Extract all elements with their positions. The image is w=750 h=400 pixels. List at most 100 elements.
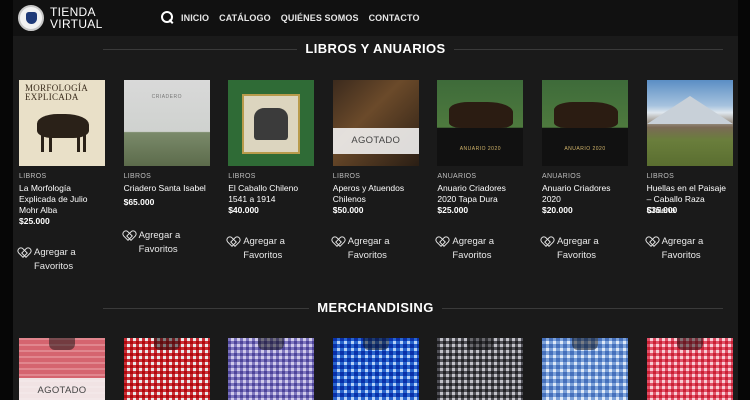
product-name[interactable]: La Morfología Explicada de Julio Mohr Al… [19, 183, 105, 216]
add-to-favorites[interactable]: Agregar a Favoritos [542, 235, 628, 263]
logo-text: TIENDA VIRTUAL [50, 5, 103, 31]
merch-section-heading: MERCHANDISING [13, 300, 738, 316]
sold-out-badge: AGOTADO [19, 378, 105, 400]
product-card[interactable]: AGOTADO LIBROS Aperos y Atuendos Chileno… [332, 80, 419, 274]
main-nav: INICIO CATÁLOGO QUIÉNES SOMOS CONTACTO [161, 11, 430, 24]
sold-out-badge: AGOTADO [332, 128, 419, 154]
shirt-collar [362, 338, 389, 350]
favorites-label: Agregar a Favoritos [34, 247, 76, 272]
cover-title: CRIADERO [151, 94, 182, 100]
add-to-favorites[interactable]: Agregar a Favoritos [437, 235, 523, 263]
shirt-collar [676, 338, 703, 350]
horses-illustration [449, 102, 514, 128]
merch-section-title: MERCHANDISING [309, 300, 442, 315]
shirt-image[interactable] [541, 338, 628, 400]
merch-grid: AGOTADO [19, 338, 750, 400]
cover-title: ANUARIO 2020 [459, 146, 502, 152]
product-image[interactable] [228, 80, 315, 166]
add-to-favorites[interactable]: Agregar a Favoritos [228, 235, 314, 263]
heart-icon [542, 237, 552, 247]
shirt-collar [467, 338, 494, 350]
product-card[interactable]: AGOTADO [19, 338, 105, 400]
product-category: ANUARIOS [437, 173, 477, 180]
add-to-favorites[interactable]: Agregar a Favoritos [647, 235, 733, 263]
heart-icon [333, 237, 343, 247]
shirt-image[interactable] [437, 338, 524, 400]
product-image[interactable]: ANUARIO 2020 [541, 80, 628, 166]
heart-icon [647, 237, 657, 247]
product-card[interactable]: MORFOLOGÍA EXPLICADA LIBROS La Morfologí… [19, 80, 105, 274]
product-price: $65.000 [123, 197, 155, 207]
product-name[interactable]: El Caballo Chileno 1541 a 1914 [228, 183, 314, 205]
nav-catalogo[interactable]: CATÁLOGO [219, 13, 271, 23]
product-category: LIBROS [332, 173, 361, 180]
nav-inicio[interactable]: INICIO [181, 13, 209, 23]
product-name[interactable]: Huellas en el Paisaje – Caballo Raza Chi… [647, 183, 733, 215]
add-to-favorites[interactable]: Agregar a Favoritos [124, 229, 210, 257]
product-card[interactable] [437, 338, 524, 400]
add-to-favorites[interactable]: Agregar a Favoritos [333, 235, 419, 263]
product-card[interactable]: LIBROS Huellas en el Paisaje – Caballo R… [646, 80, 733, 274]
product-price: $35.000 [646, 205, 678, 215]
product-name[interactable]: Anuario Criadores 2020 Tapa Dura [437, 183, 523, 205]
product-card[interactable]: ANUARIO 2020 ANUARIOS Anuario Criadores … [437, 80, 524, 274]
product-category: LIBROS [123, 173, 152, 180]
heart-icon [19, 248, 29, 258]
add-to-favorites[interactable]: Agregar a Favoritos [19, 246, 105, 274]
shirt-collar [49, 338, 75, 350]
horses-illustration [553, 102, 618, 128]
shirt-collar [258, 338, 285, 350]
horse-leg [41, 134, 44, 152]
product-category: ANUARIOS [541, 173, 581, 180]
product-image[interactable]: ANUARIO 2020 [437, 80, 524, 166]
left-margin [0, 0, 13, 400]
shirt-image[interactable] [332, 338, 419, 400]
shirt-image[interactable] [228, 338, 315, 400]
product-card[interactable] [228, 338, 315, 400]
product-card[interactable] [646, 338, 733, 400]
shirt-image[interactable]: AGOTADO [19, 338, 105, 400]
horse-leg [83, 134, 86, 152]
favorites-label: Agregar a Favoritos [556, 236, 599, 261]
favorites-label: Agregar a Favoritos [347, 236, 390, 261]
shirt-collar [571, 338, 598, 350]
cover-title: MORFOLOGÍA EXPLICADA [25, 83, 88, 102]
product-image[interactable]: CRIADERO [123, 80, 210, 166]
favorites-label: Agregar a Favoritos [138, 230, 181, 255]
product-price: $50.000 [332, 205, 364, 215]
product-name[interactable]: Criadero Santa Isabel [124, 183, 210, 197]
product-category: LIBROS [646, 173, 675, 180]
product-category: LIBROS [228, 173, 256, 180]
product-name[interactable]: Aperos y Atuendos Chilenos [333, 183, 419, 205]
search-icon[interactable] [161, 11, 174, 24]
heart-icon [124, 231, 134, 241]
product-card[interactable]: ANUARIO 2020 ANUARIOS Anuario Criadores … [541, 80, 628, 274]
product-image[interactable] [646, 80, 733, 166]
horse-illustration [37, 114, 89, 138]
product-price: $25.000 [437, 205, 469, 215]
product-image[interactable]: MORFOLOGÍA EXPLICADA [19, 80, 105, 166]
shirt-image[interactable] [123, 338, 210, 400]
product-card[interactable]: CRIADERO LIBROS Criadero Santa Isabel $6… [123, 80, 210, 274]
product-name[interactable]: Anuario Criadores 2020 [542, 183, 628, 205]
books-section-title: LIBROS Y ANUARIOS [297, 41, 454, 56]
shirt-collar [153, 338, 180, 350]
favorites-label: Agregar a Favoritos [661, 236, 704, 261]
site-header: TIENDA VIRTUAL INICIO CATÁLOGO QUIÉNES S… [13, 0, 738, 36]
product-price: $25.000 [19, 216, 50, 226]
nav-quienes-somos[interactable]: QUIÉNES SOMOS [281, 13, 359, 23]
product-card[interactable]: LIBROS El Caballo Chileno 1541 a 1914 $4… [228, 80, 315, 274]
logo-seal-icon [18, 5, 44, 31]
product-card[interactable] [541, 338, 628, 400]
shirt-image[interactable] [646, 338, 733, 400]
nav-contacto[interactable]: CONTACTO [369, 13, 420, 23]
heart-icon [228, 237, 238, 247]
site-logo[interactable]: TIENDA VIRTUAL [18, 5, 103, 31]
horse-leg [77, 134, 80, 152]
mountain-illustration [646, 96, 733, 124]
product-image[interactable]: AGOTADO [332, 80, 419, 166]
books-grid: MORFOLOGÍA EXPLICADA LIBROS La Morfologí… [19, 80, 750, 274]
product-card[interactable] [332, 338, 419, 400]
heart-icon [437, 237, 447, 247]
product-card[interactable] [123, 338, 210, 400]
